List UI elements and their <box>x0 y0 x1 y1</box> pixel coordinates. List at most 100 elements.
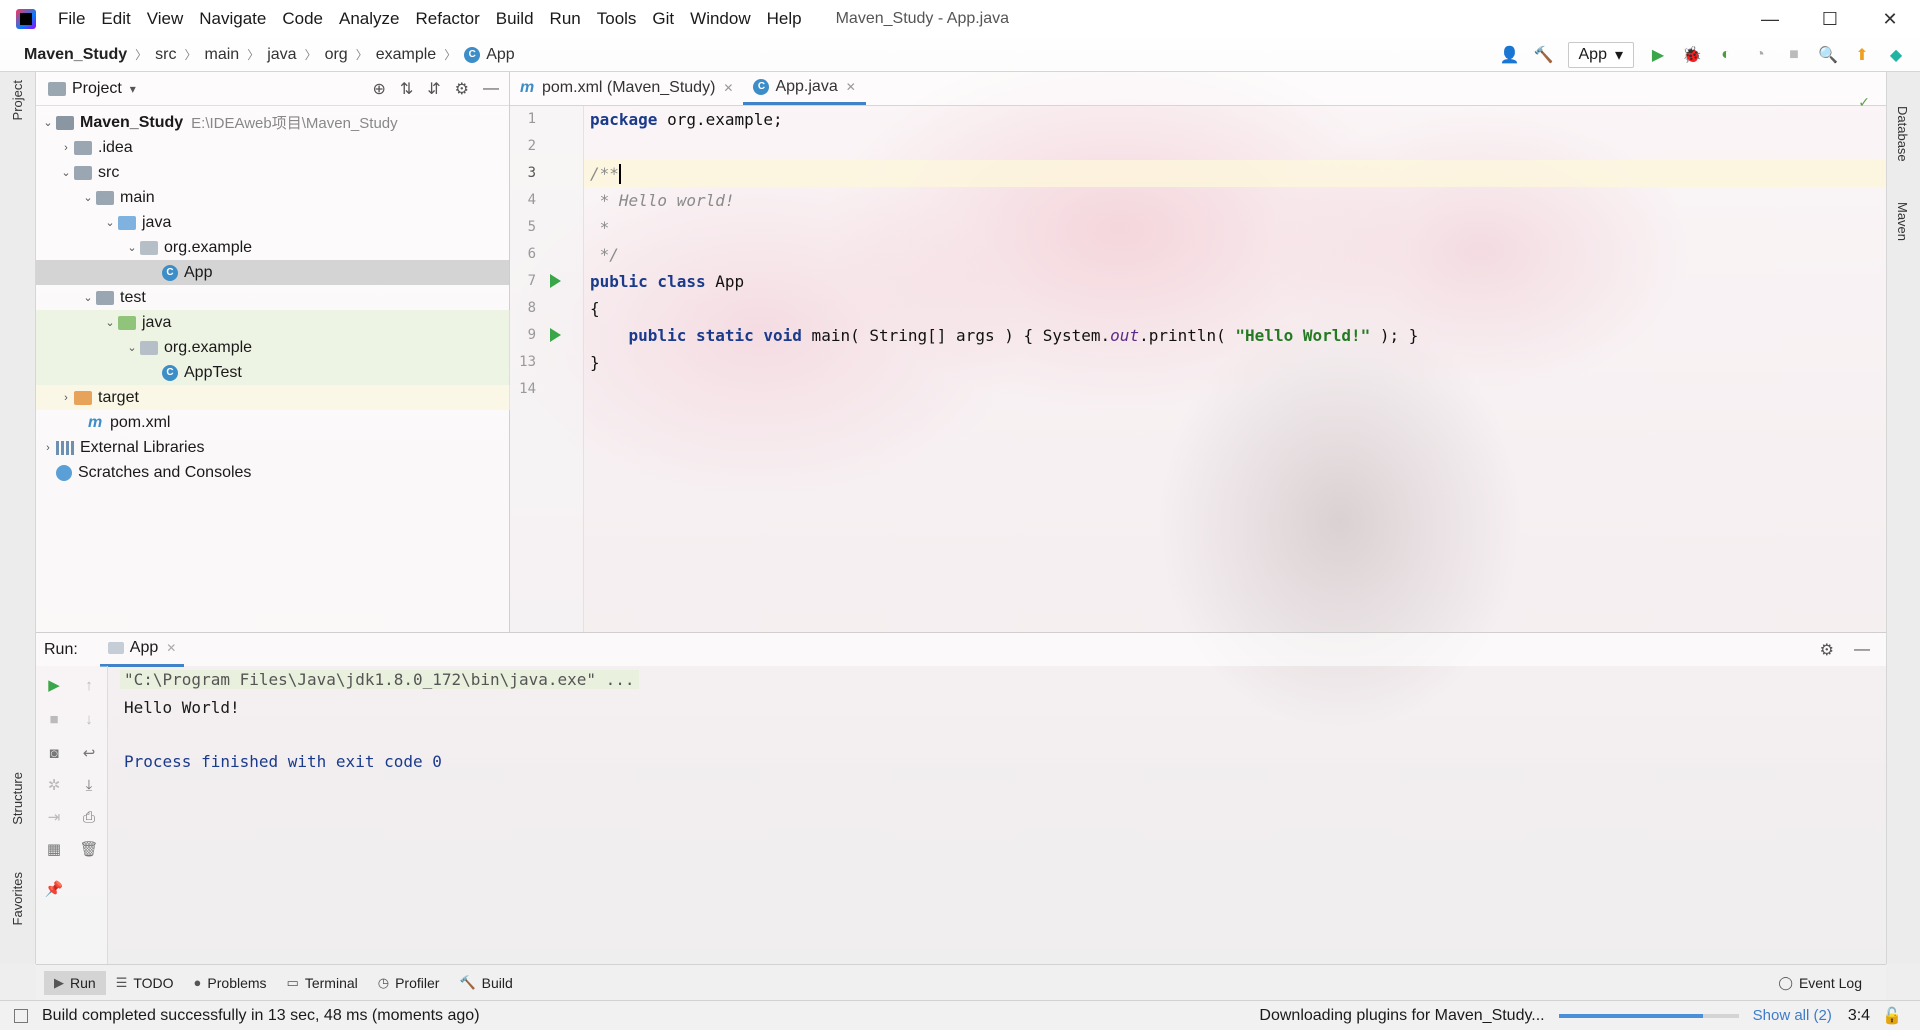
chevron-down-icon[interactable]: ⌄ <box>40 116 56 129</box>
lock-icon[interactable]: 🔓 <box>1882 1006 1902 1026</box>
chevron-right-icon[interactable]: › <box>58 142 74 154</box>
arrow-up-icon[interactable]: ↑ <box>78 674 100 696</box>
project-tool-button[interactable]: Project <box>10 80 25 120</box>
database-tool-button[interactable]: Database <box>1895 106 1910 162</box>
maven-tool-button[interactable]: Maven <box>1895 202 1910 241</box>
chevron-down-icon[interactable]: ⌄ <box>124 241 140 254</box>
close-button[interactable]: ✕ <box>1860 0 1920 38</box>
favorites-tool-button[interactable]: Favorites <box>10 872 25 925</box>
close-icon[interactable]: ✕ <box>723 81 733 95</box>
menu-file[interactable]: File <box>50 9 93 29</box>
menu-edit[interactable]: Edit <box>93 9 138 29</box>
run-icon[interactable]: ▶ <box>1648 45 1668 65</box>
tool-button-run[interactable]: ▶ Run <box>44 970 106 995</box>
menu-analyze[interactable]: Analyze <box>331 9 407 29</box>
tree-item-external-libraries[interactable]: › External Libraries <box>36 435 510 460</box>
profile-icon[interactable]: ◔ <box>1750 45 1770 65</box>
tool-button-todo[interactable]: ☰ TODO <box>106 971 184 995</box>
rerun-icon[interactable]: ▶ <box>43 674 65 696</box>
print-icon[interactable]: ⎙ <box>78 806 100 828</box>
project-panel-title[interactable]: Project <box>72 80 122 98</box>
tree-item-idea[interactable]: › .idea <box>36 135 510 160</box>
gear-icon[interactable]: ⚙ <box>455 79 469 99</box>
expand-all-icon[interactable]: ⇅ <box>400 79 413 99</box>
hide-icon[interactable]: — <box>1854 641 1870 659</box>
arrow-down-icon[interactable]: ↓ <box>78 708 100 730</box>
tree-item-apptest[interactable]: C AppTest <box>36 360 510 385</box>
chevron-down-icon[interactable]: ⌄ <box>102 316 118 329</box>
chevron-down-icon[interactable]: ⌄ <box>124 341 140 354</box>
menu-git[interactable]: Git <box>644 9 682 29</box>
chevron-down-icon[interactable]: ⌄ <box>80 191 96 204</box>
search-icon[interactable]: 🔍 <box>1818 45 1838 65</box>
menu-window[interactable]: Window <box>682 9 758 29</box>
tree-item-scratches[interactable]: Scratches and Consoles <box>36 460 510 485</box>
menu-help[interactable]: Help <box>759 9 810 29</box>
breadcrumb-project[interactable]: Maven_Study <box>24 46 127 64</box>
menu-tools[interactable]: Tools <box>589 9 645 29</box>
chevron-right-icon[interactable]: › <box>40 442 56 454</box>
breadcrumb-example[interactable]: example <box>376 46 436 64</box>
hide-icon[interactable]: — <box>483 80 499 98</box>
run-gutter-icon[interactable] <box>550 328 561 342</box>
tree-item-target[interactable]: › target <box>36 385 510 410</box>
tree-item-src[interactable]: ⌄ src <box>36 160 510 185</box>
code-with-me-icon[interactable]: ◆ <box>1886 45 1906 65</box>
run-gutter-icon[interactable] <box>550 274 561 288</box>
soft-wrap-icon[interactable]: ↩ <box>78 742 100 764</box>
debug-icon[interactable]: 🐞 <box>1682 45 1702 65</box>
chevron-right-icon[interactable]: › <box>58 392 74 404</box>
collapse-all-icon[interactable]: ⇵ <box>427 79 440 99</box>
breadcrumb-main[interactable]: main <box>205 46 240 64</box>
coverage-icon[interactable]: ◐ <box>1716 45 1736 65</box>
tree-item-main-package[interactable]: ⌄ org.example <box>36 235 510 260</box>
breadcrumb-app[interactable]: App <box>486 46 514 64</box>
user-icon[interactable]: 👤 <box>1500 45 1520 65</box>
gear-icon[interactable]: ⚙ <box>1820 640 1834 660</box>
menu-view[interactable]: View <box>139 9 192 29</box>
status-message[interactable]: Build completed successfully in 13 sec, … <box>42 1007 480 1025</box>
tree-item-main-java[interactable]: ⌄ java <box>36 210 510 235</box>
close-icon[interactable]: ✕ <box>166 641 176 655</box>
pin-icon[interactable]: 📌 <box>43 878 65 900</box>
code-editor[interactable]: package org.example; /** * Hello world! … <box>584 106 1886 632</box>
camera-icon[interactable]: ◙ <box>43 742 65 764</box>
run-configuration-select[interactable]: App ▾ <box>1567 42 1634 68</box>
tab-app-java[interactable]: C App.java ✕ <box>743 71 866 105</box>
locate-icon[interactable]: ⊕ <box>372 79 385 99</box>
tree-item-main[interactable]: ⌄ main <box>36 185 510 210</box>
build-hammer-icon[interactable]: 🔨 <box>1534 45 1554 65</box>
close-icon[interactable]: ✕ <box>846 80 856 94</box>
tool-button-profiler[interactable]: ◷ Profiler <box>368 971 450 995</box>
structure-tool-button[interactable]: Structure <box>10 772 25 825</box>
breadcrumb-java[interactable]: java <box>267 46 296 64</box>
tool-button-problems[interactable]: ● Problems <box>184 971 277 995</box>
run-tab-app[interactable]: App ✕ <box>99 633 185 667</box>
tree-item-test-java[interactable]: ⌄ java <box>36 310 510 335</box>
show-all-link[interactable]: Show all (2) <box>1753 1007 1832 1024</box>
scroll-to-end-icon[interactable]: ⤓ <box>78 774 100 796</box>
stop-icon[interactable]: ■ <box>1784 45 1804 65</box>
tree-item-project-root[interactable]: ⌄ Maven_Study E:\IDEAweb项目\Maven_Study <box>36 110 510 135</box>
tree-item-test[interactable]: ⌄ test <box>36 285 510 310</box>
menu-navigate[interactable]: Navigate <box>191 9 274 29</box>
caret-position[interactable]: 3:4 <box>1848 1007 1870 1025</box>
panel-toggle-icon[interactable] <box>14 1008 28 1023</box>
tool-button-build[interactable]: 🔨 Build <box>449 971 522 995</box>
tool-button-terminal[interactable]: ▭ Terminal <box>277 971 368 995</box>
update-icon[interactable]: ⬆ <box>1852 45 1872 65</box>
menu-code[interactable]: Code <box>274 9 331 29</box>
trash-icon[interactable]: 🗑 <box>78 838 100 860</box>
menu-refactor[interactable]: Refactor <box>407 9 487 29</box>
breadcrumb-src[interactable]: src <box>155 46 176 64</box>
menu-build[interactable]: Build <box>488 9 542 29</box>
tree-item-pom[interactable]: m pom.xml <box>36 410 510 435</box>
chevron-down-icon[interactable]: ⌄ <box>80 291 96 304</box>
debug-icon[interactable]: ✲ <box>43 774 65 796</box>
chevron-down-icon[interactable]: ⌄ <box>102 216 118 229</box>
restore-layout-icon[interactable]: ⇥ <box>43 806 65 828</box>
maximize-button[interactable]: ☐ <box>1800 0 1860 38</box>
breadcrumb-org[interactable]: org <box>325 46 348 64</box>
chevron-down-icon[interactable]: ▾ <box>130 82 136 96</box>
stop-icon[interactable]: ■ <box>43 708 65 730</box>
